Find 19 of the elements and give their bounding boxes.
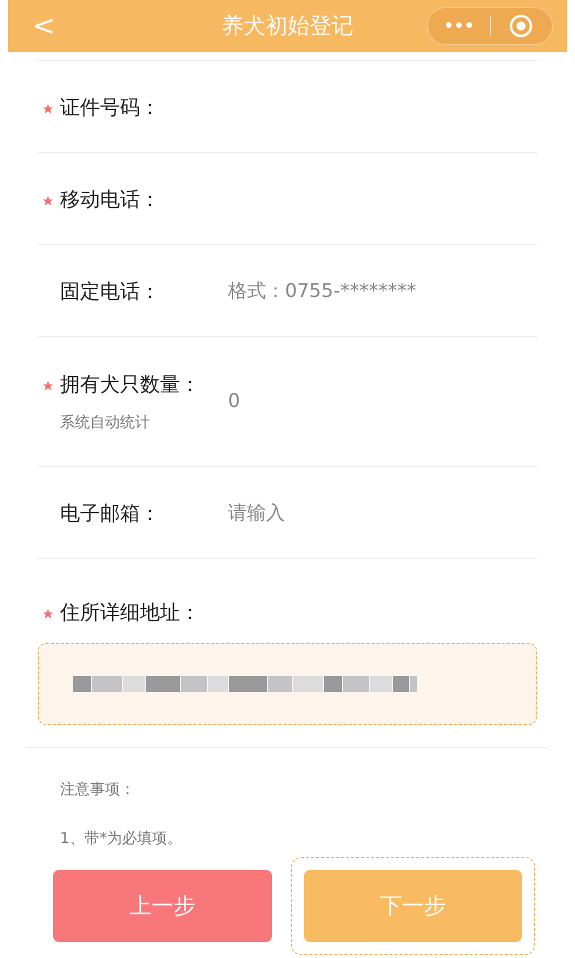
field-label: 住所详细地址： bbox=[60, 599, 200, 626]
notes-title: 注意事项： bbox=[60, 779, 136, 800]
previous-button[interactable]: 上一步 bbox=[53, 870, 272, 942]
field-label: 拥有犬只数量： bbox=[60, 371, 200, 398]
field-label: 固定电话： bbox=[60, 278, 160, 304]
target-icon[interactable] bbox=[509, 14, 533, 38]
more-button[interactable]: ••• bbox=[428, 18, 490, 34]
field-label: 移动电话： bbox=[60, 186, 160, 212]
back-button[interactable]: < bbox=[32, 12, 56, 40]
field-note: 系统自动统计 bbox=[59, 412, 151, 434]
input-field[interactable]: 请输入 bbox=[228, 492, 537, 532]
next-button[interactable]: 下一步 bbox=[304, 870, 522, 942]
address-field[interactable] bbox=[38, 643, 537, 725]
note-text: 1、带*为必填项。 bbox=[60, 828, 184, 848]
field-label: 证件号码： bbox=[60, 94, 160, 120]
field-value: 0 bbox=[228, 389, 240, 414]
field-label: 电子邮箱： bbox=[60, 500, 160, 526]
page-title: 养犬初始登记 bbox=[222, 12, 354, 40]
input-field[interactable]: 格式：0755-******** bbox=[228, 270, 537, 310]
